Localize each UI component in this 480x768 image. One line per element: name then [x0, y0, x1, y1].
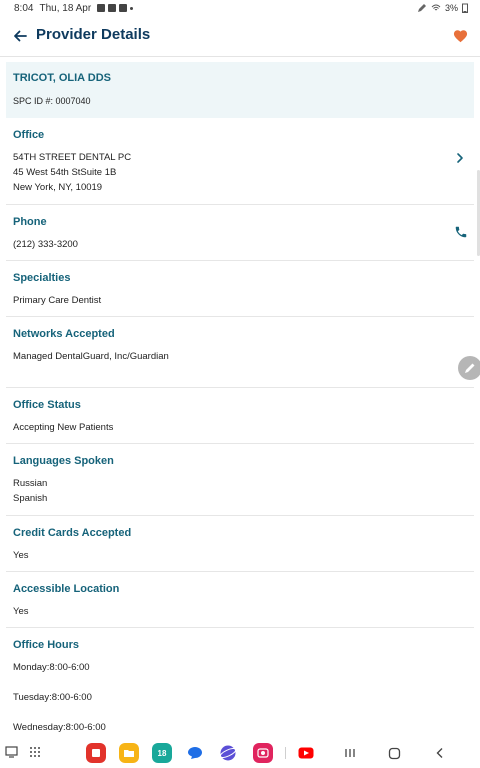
recent-apps-tray-button[interactable] — [4, 745, 18, 759]
image-notification-icon — [108, 4, 117, 12]
credit-cards-body: Yes — [13, 548, 467, 563]
note-glyph-icon — [92, 749, 100, 757]
arrow-left-icon — [14, 30, 27, 42]
notification-icons — [97, 4, 134, 12]
specialties-body: Primary Care Dentist — [13, 293, 467, 308]
messages-app-icon[interactable] — [185, 743, 205, 763]
language-item: Russian — [13, 478, 48, 489]
office-city: New York, NY, 10019 — [13, 182, 103, 193]
phone-icon[interactable] — [454, 225, 468, 239]
nav-back-button[interactable] — [432, 745, 448, 761]
camera-app-icon[interactable] — [253, 743, 273, 763]
office-status-body: Accepting New Patients — [13, 420, 467, 435]
office-hours-row: Wednesday:8:00-6:00 — [13, 722, 106, 733]
recents-icon — [345, 749, 355, 757]
battery-icon — [462, 3, 468, 13]
office-status-label: Office Status — [13, 399, 81, 411]
office-hours-row: Monday:8:00-6:00 — [13, 662, 90, 673]
favorite-button[interactable] — [450, 26, 470, 46]
status-right: 3% — [417, 3, 468, 13]
phone-label: Phone — [13, 216, 47, 228]
languages-label: Languages Spoken — [13, 455, 114, 467]
office-hours-label: Office Hours — [13, 639, 80, 651]
recents-button[interactable] — [342, 745, 358, 761]
status-time: 8:04 — [14, 2, 34, 14]
languages-section: Languages Spoken Russian Spanish — [6, 444, 474, 516]
status-bar: 8:04 Thu, 18 Apr 3% — [0, 0, 480, 16]
chevron-left-icon — [436, 748, 443, 758]
camera-icon — [257, 748, 269, 758]
accessible-value: Yes — [13, 606, 29, 617]
pencil-icon — [465, 363, 475, 373]
credit-cards-value: Yes — [13, 550, 29, 561]
grid-icon — [30, 747, 40, 757]
spc-id: SPC ID #: 0007040 — [13, 96, 91, 106]
taskbar-left — [4, 745, 42, 759]
office-section[interactable]: Office 54TH STREET DENTAL PC 45 West 54t… — [6, 118, 474, 205]
back-button[interactable] — [10, 26, 30, 46]
edit-button[interactable] — [458, 356, 480, 380]
credit-cards-section: Credit Cards Accepted Yes — [6, 516, 474, 572]
youtube-icon — [298, 747, 314, 759]
office-status-value: Accepting New Patients — [13, 422, 114, 433]
planet-icon — [219, 745, 237, 761]
accessible-section: Accessible Location Yes — [6, 572, 474, 628]
office-name: 54TH STREET DENTAL PC — [13, 152, 132, 163]
home-button[interactable] — [386, 745, 402, 761]
checkbox-notification-icon — [97, 4, 106, 12]
notes-app-icon[interactable] — [86, 743, 106, 763]
pen-icon — [417, 4, 426, 12]
office-hours-body: Monday:8:00-6:00 Tuesday:8:00-6:00 Wedne… — [13, 660, 467, 735]
office-hours-section: Office Hours Monday:8:00-6:00 Tuesday:8:… — [6, 628, 474, 735]
office-hours-row: Tuesday:8:00-6:00 — [13, 692, 92, 703]
networks-label: Networks Accepted — [13, 328, 115, 340]
phone-number[interactable]: (212) 333-3200 — [13, 237, 467, 252]
networks-section: Networks Accepted Managed DentalGuard, I… — [6, 317, 474, 388]
heart-icon — [453, 30, 467, 43]
accessible-body: Yes — [13, 604, 467, 619]
internet-app-icon[interactable] — [218, 743, 238, 763]
provider-header-card: TRICOT, OLIA DDS SPC ID #: 0007040 — [6, 62, 474, 118]
app-bar-divider — [0, 56, 480, 57]
specialties-section: Specialties Primary Care Dentist — [6, 261, 474, 317]
languages-body: Russian Spanish — [13, 476, 467, 506]
status-date: Thu, 18 Apr — [39, 2, 92, 14]
app-bar: Provider Details — [0, 20, 480, 52]
provider-name: TRICOT, OLIA DDS — [13, 72, 111, 84]
phone-section[interactable]: Phone (212) 333-3200 — [6, 205, 474, 261]
taskbar-separator — [285, 747, 286, 759]
phone-body: (212) 333-3200 — [13, 237, 467, 252]
battery-percent: 3% — [444, 3, 458, 13]
apps-grid-button[interactable] — [28, 745, 42, 759]
monitor-icon — [4, 746, 18, 758]
wifi-icon — [431, 4, 441, 11]
chevron-right-icon[interactable] — [454, 152, 466, 164]
networks-value: Managed DentalGuard, Inc/Guardian — [13, 351, 169, 362]
page-title: Provider Details — [36, 26, 151, 43]
office-status-section: Office Status Accepting New Patients — [6, 388, 474, 444]
office-street: 45 West 54th StSuite 1B — [13, 167, 117, 178]
chat-bubble-icon — [188, 747, 202, 759]
home-icon — [388, 747, 400, 759]
credit-cards-label: Credit Cards Accepted — [13, 527, 132, 539]
folder-icon — [124, 750, 134, 757]
youtube-app-icon[interactable] — [296, 743, 316, 763]
taskbar: 18 — [0, 738, 480, 768]
specialties-label: Specialties — [13, 272, 71, 284]
specialties-value: Primary Care Dentist — [13, 295, 102, 306]
cloud-notification-icon — [119, 4, 128, 12]
accessible-label: Accessible Location — [13, 583, 120, 595]
office-label: Office — [13, 129, 45, 141]
language-item: Spanish — [13, 493, 48, 504]
office-address: 54TH STREET DENTAL PC 45 West 54th StSui… — [13, 150, 467, 195]
status-left: 8:04 Thu, 18 Apr — [14, 2, 134, 14]
calendar-app-icon[interactable]: 18 — [152, 743, 172, 763]
calendar-day: 18 — [157, 748, 167, 758]
more-notifications-icon — [130, 6, 134, 10]
networks-body: Managed DentalGuard, Inc/Guardian — [13, 349, 467, 364]
provider-details-list[interactable]: TRICOT, OLIA DDS SPC ID #: 0007040 Offic… — [6, 62, 474, 738]
my-files-app-icon[interactable] — [119, 743, 139, 763]
